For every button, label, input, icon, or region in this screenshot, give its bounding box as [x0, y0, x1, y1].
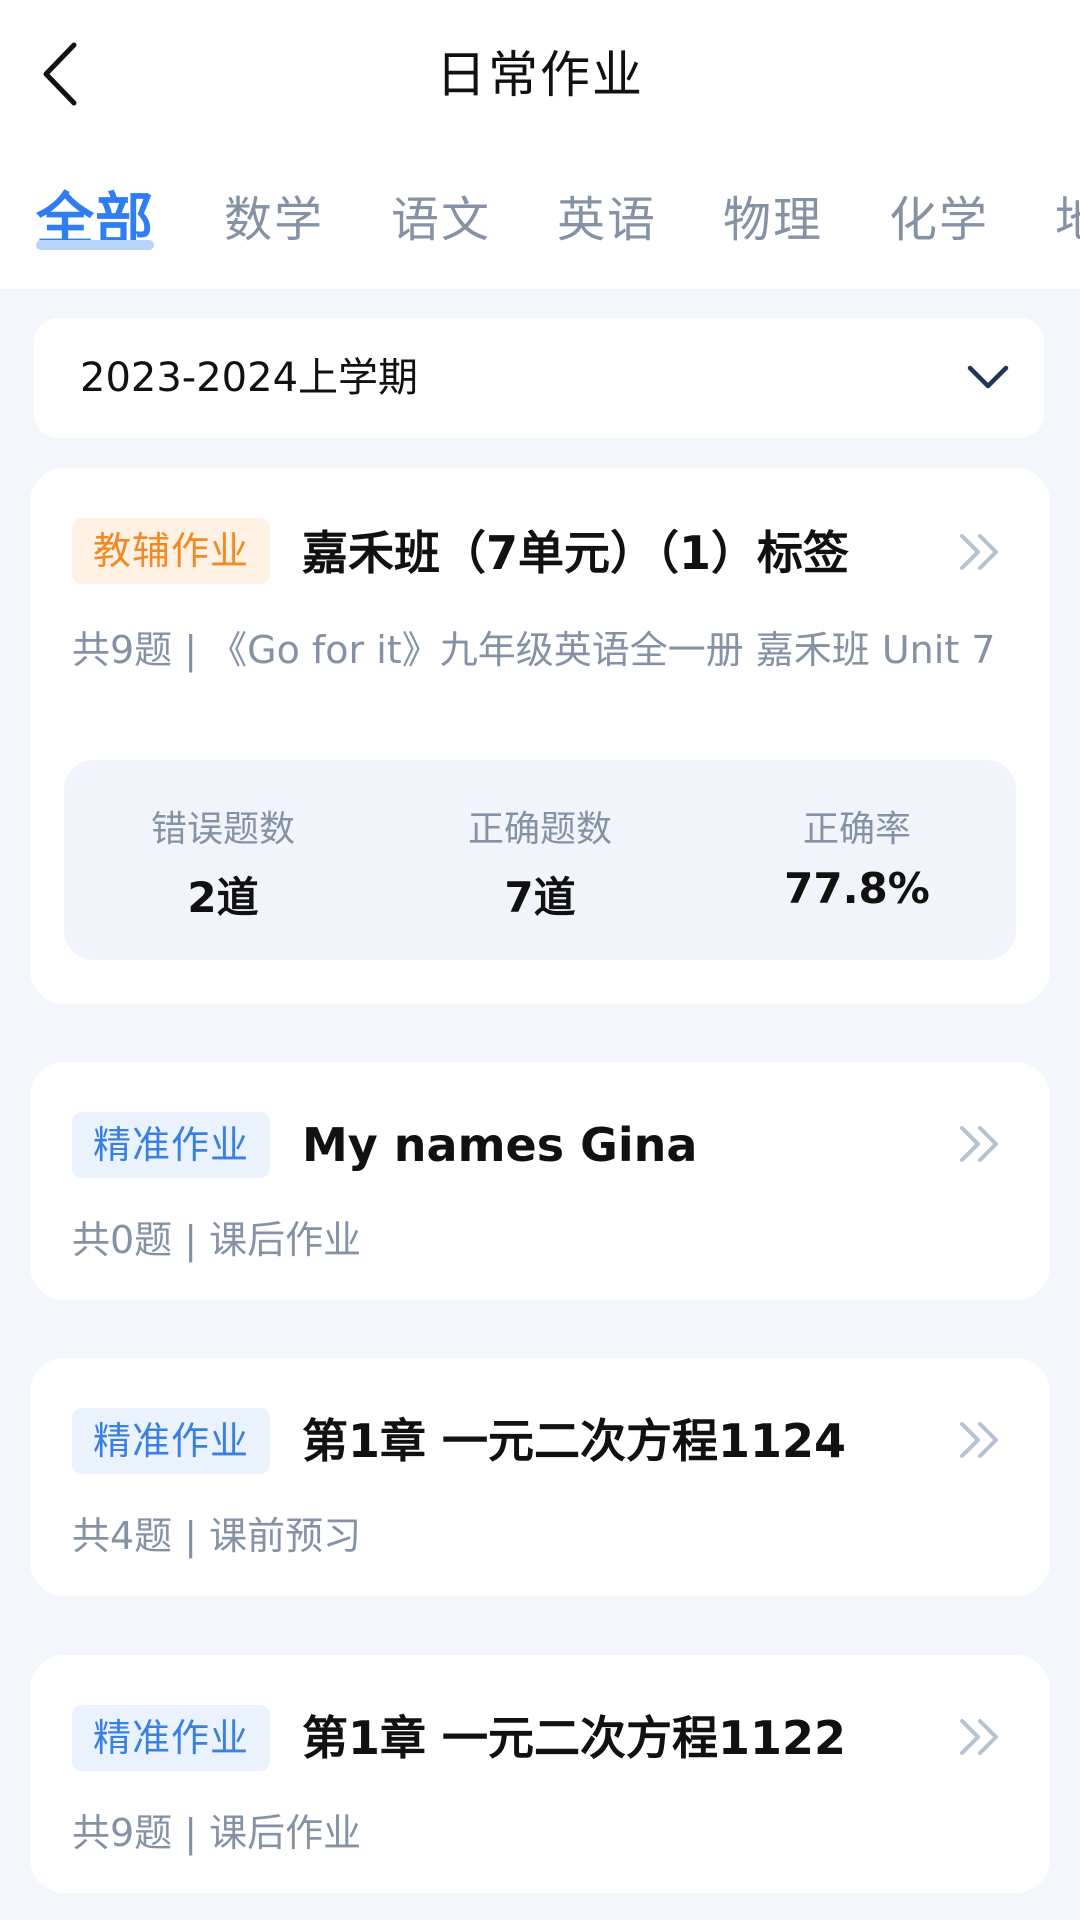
subject-tabs: 全部 数学 语文 英语 物理 化学 地	[0, 180, 1080, 260]
assignment-meta: 共4题 | 课前预习	[72, 1514, 362, 1558]
double-chevron-right-icon	[960, 534, 998, 570]
stat-value: 2道	[187, 873, 259, 922]
assignment-meta: 共9题 | 课后作业	[72, 1811, 362, 1855]
stat-value: 77.8%	[784, 864, 930, 913]
assignment-title: My names Gina	[302, 1118, 698, 1172]
assignment-title: 第1章 一元二次方程1122	[302, 1711, 847, 1765]
double-chevron-right-icon	[960, 1719, 998, 1755]
assignment-card[interactable]: 精准作业 My names Gina 共0题 | 课后作业	[30, 1062, 1050, 1300]
assignment-title: 第1章 一元二次方程1124	[302, 1414, 847, 1468]
page-title: 日常作业	[436, 46, 644, 104]
stat-label: 正确题数	[467, 809, 612, 850]
semester-selector[interactable]: 2023-2024上学期	[34, 318, 1044, 438]
stat-correct: 正确题数 7道	[381, 760, 699, 960]
tab-english[interactable]: 英语	[557, 180, 657, 260]
assignment-type-tag: 精准作业	[72, 1408, 271, 1474]
assignment-type-tag: 精准作业	[72, 1112, 271, 1178]
assignment-title: 嘉禾班（7单元）（1）标签	[302, 526, 850, 580]
stat-label: 错误题数	[150, 809, 295, 850]
tab-math[interactable]: 数学	[224, 180, 324, 260]
assignment-meta: 共0题 | 课后作业	[72, 1218, 362, 1262]
stat-label: 正确率	[802, 809, 911, 850]
stat-accuracy: 正确率 77.8%	[698, 760, 1016, 960]
tab-physics[interactable]: 物理	[723, 180, 823, 260]
tab-chinese[interactable]: 语文	[391, 180, 491, 260]
chevron-down-icon	[967, 365, 1009, 389]
assignment-card[interactable]: 精准作业 第1章 一元二次方程1122 共9题 | 课后作业	[30, 1655, 1050, 1893]
stat-wrong: 错误题数 2道	[64, 760, 382, 960]
assignment-card[interactable]: 精准作业 第1章 一元二次方程1124 共4题 | 课前预习	[30, 1358, 1050, 1596]
double-chevron-right-icon	[960, 1422, 998, 1458]
semester-value: 2023-2024上学期	[80, 355, 419, 401]
active-tab-indicator	[36, 240, 154, 250]
tab-chemistry[interactable]: 化学	[889, 180, 989, 260]
assignment-meta: 共9题 | 《Go for it》九年级英语全一册 嘉禾班 Unit 7	[72, 628, 996, 672]
double-chevron-right-icon	[960, 1126, 998, 1162]
assignment-stats: 错误题数 2道 正确题数 7道 正确率 77.8%	[64, 760, 1016, 960]
top-bar: 日常作业 全部 数学 语文 英语 物理 化学 地	[0, 0, 1080, 289]
tab-geography[interactable]: 地	[1055, 180, 1080, 260]
assignment-type-tag: 教辅作业	[72, 518, 271, 584]
assignment-type-tag: 精准作业	[72, 1705, 271, 1771]
stat-value: 7道	[504, 873, 576, 922]
assignment-card[interactable]: 教辅作业 嘉禾班（7单元）（1）标签 共9题 | 《Go for it》九年级英…	[30, 468, 1050, 1004]
